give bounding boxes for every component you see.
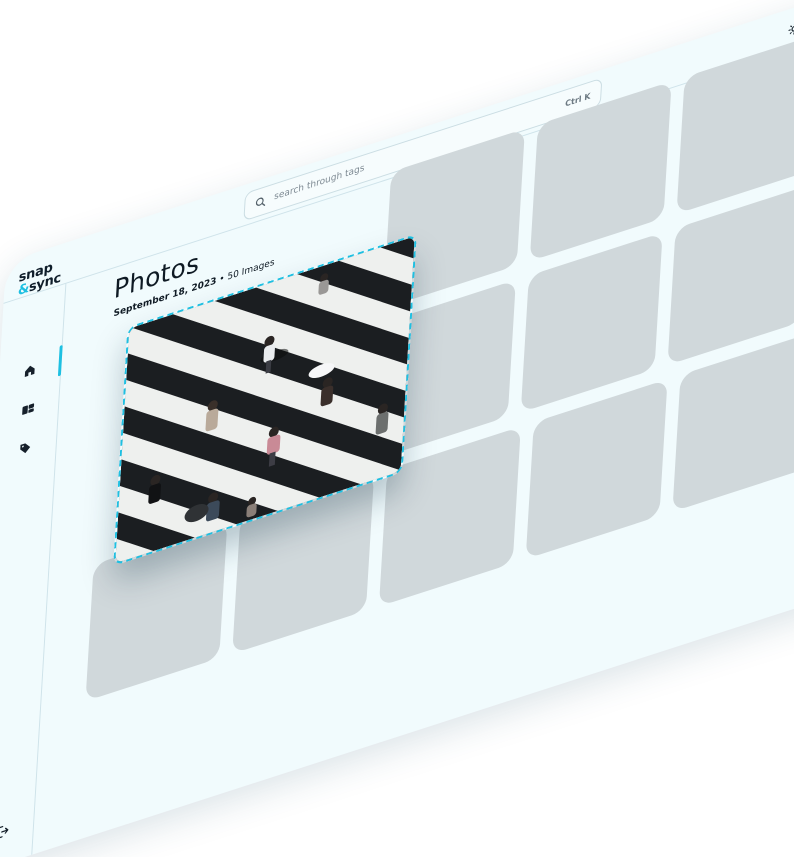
- search-icon: [255, 197, 266, 206]
- photo-placeholder[interactable]: [676, 33, 794, 214]
- image-count: 50 Images: [227, 257, 275, 283]
- photo-placeholder[interactable]: [525, 379, 668, 560]
- photo-placeholder[interactable]: [672, 331, 794, 512]
- screenshot-stage: snap &sync Ctrl K: [0, 0, 794, 857]
- logout-button[interactable]: [0, 806, 34, 857]
- albums-icon: [21, 403, 34, 415]
- tag-icon: [20, 443, 31, 454]
- app-window: snap &sync Ctrl K: [0, 0, 794, 857]
- logout-icon: [0, 825, 8, 839]
- sun-icon: [788, 22, 794, 35]
- search-shortcut-hint: Ctrl K: [564, 90, 591, 109]
- home-icon: [24, 365, 35, 377]
- subtitle-separator: •: [218, 273, 225, 286]
- sidebar: [0, 283, 67, 857]
- photo-placeholder[interactable]: [520, 232, 663, 413]
- photo-placeholder[interactable]: [667, 185, 794, 366]
- theme-toggle-button[interactable]: [785, 17, 794, 41]
